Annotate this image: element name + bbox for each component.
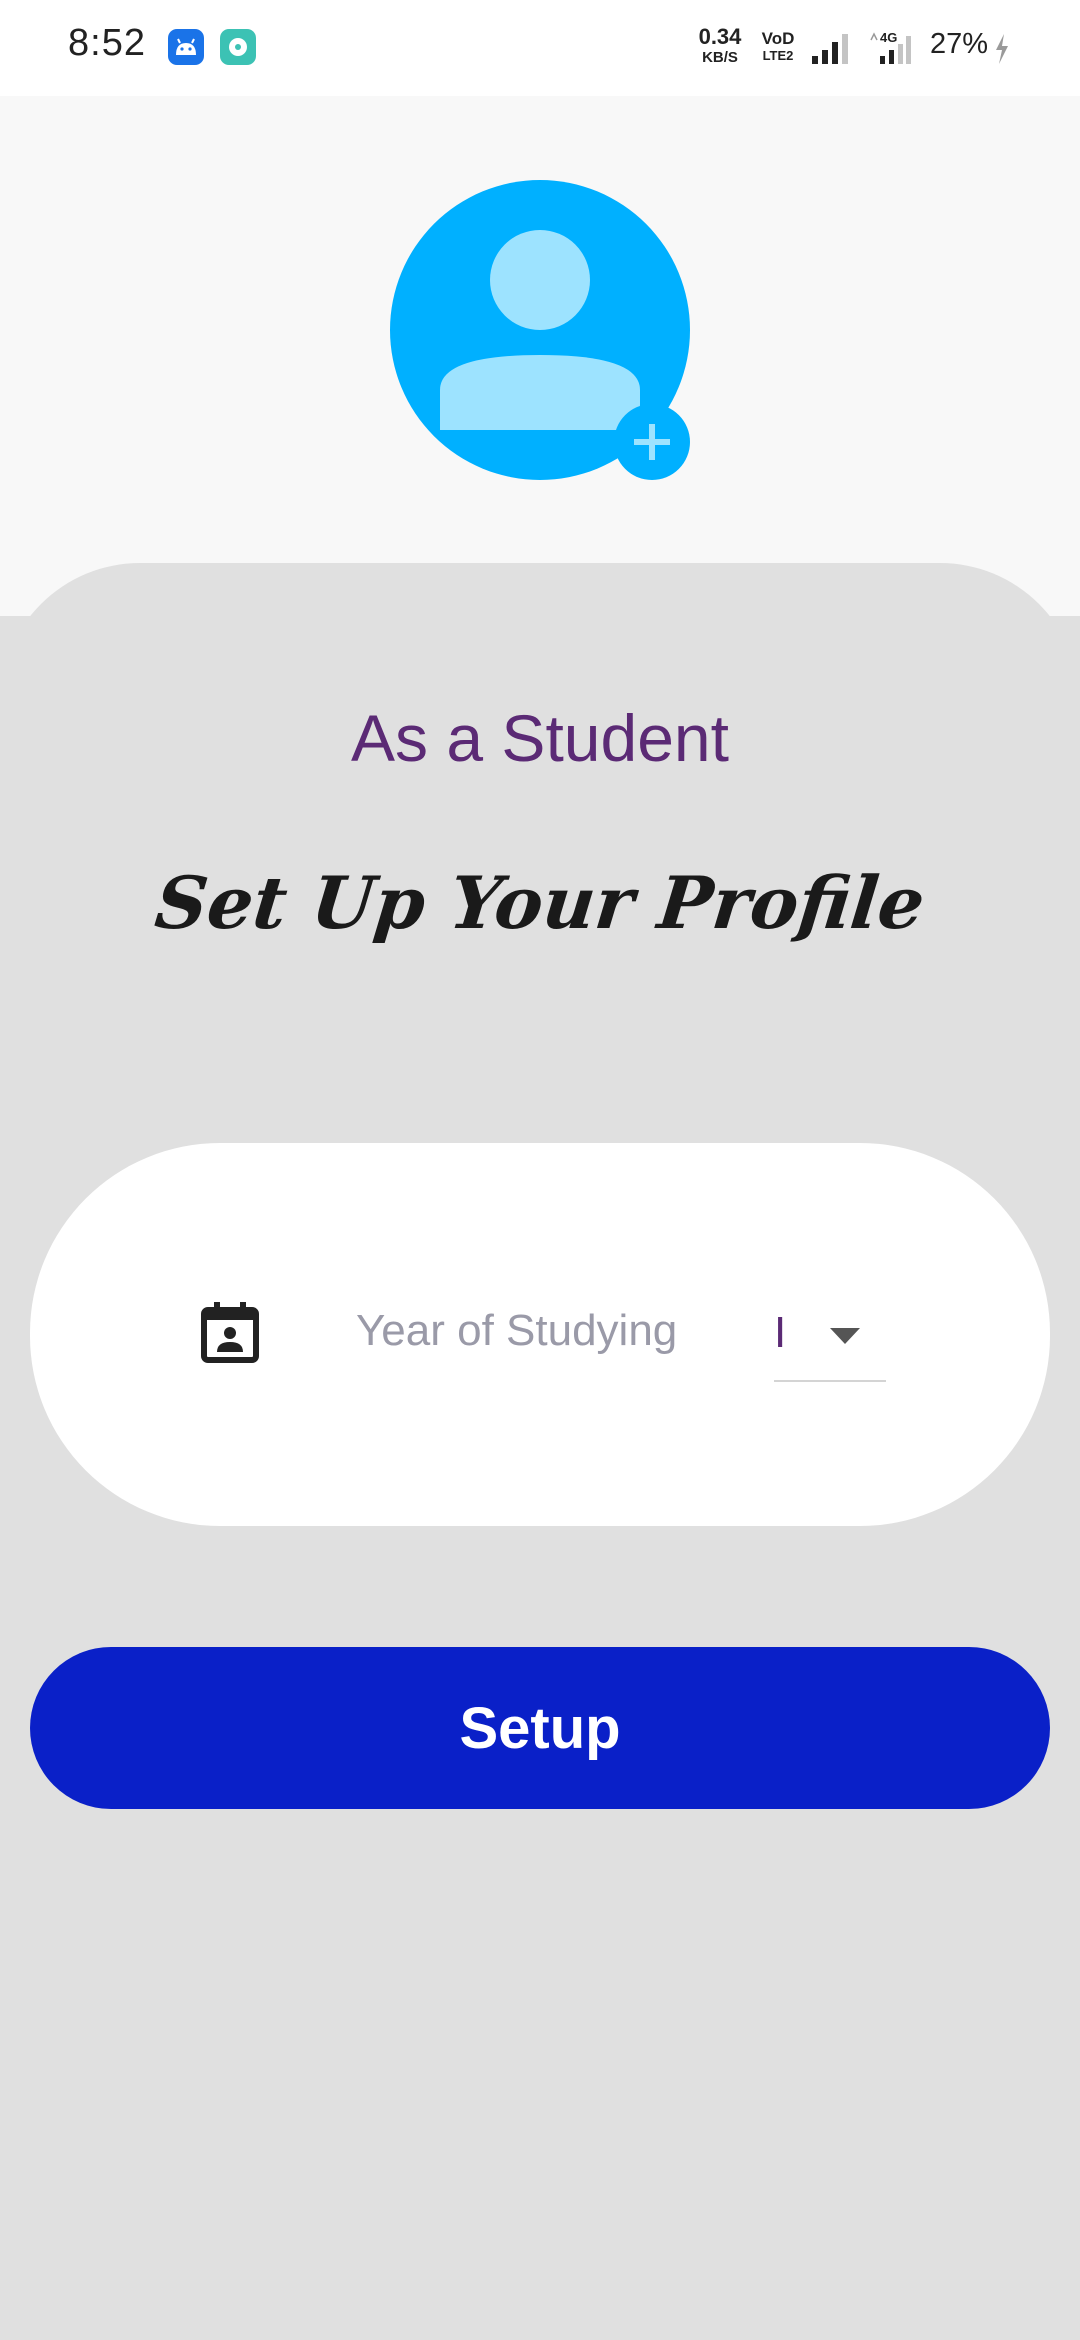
network-speed: 0.34 KB/S — [694, 24, 746, 66]
volte-line1: VoD — [761, 29, 795, 48]
network-speed-value: 0.34 — [698, 24, 742, 49]
disc-app-icon — [220, 29, 256, 65]
volte-line2: LTE2 — [762, 48, 794, 63]
network-speed-unit: KB/S — [702, 49, 738, 66]
volte-indicator: VoD LTE2 — [758, 30, 798, 62]
year-of-studying-label: Year of Studying — [356, 1306, 678, 1355]
year-selected-value: I — [774, 1308, 787, 1357]
status-time: 8:52 — [68, 22, 146, 64]
battery-percentage: 27% — [930, 28, 989, 60]
year-dropdown[interactable]: I — [774, 1296, 886, 1382]
add-photo-button[interactable] — [614, 404, 690, 480]
svg-text:4G: 4G — [880, 30, 897, 45]
role-title: As a Student — [351, 701, 729, 775]
page-title: Set Up Your Profile — [151, 860, 929, 945]
setup-button[interactable]: Setup — [30, 1647, 1050, 1809]
signal-4g-icon: 4G — [870, 30, 911, 64]
android-app-icon — [168, 29, 204, 65]
battery-charging-icon — [996, 34, 1008, 64]
signal-icon — [812, 34, 848, 64]
calendar-person-icon — [201, 1302, 259, 1363]
dropdown-arrow-icon — [830, 1328, 860, 1344]
status-bar: 8:52 0.34 KB/S VoD LTE2 4G 27% — [0, 0, 1080, 96]
